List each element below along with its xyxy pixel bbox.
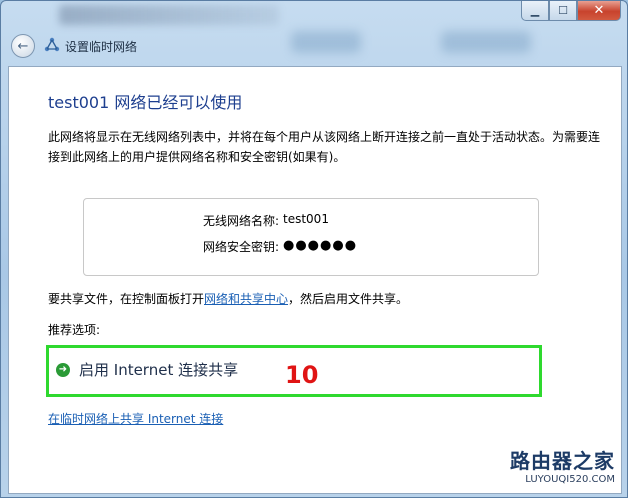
share-internet-link[interactable]: 在临时网络上共享 Internet 连接 bbox=[48, 410, 223, 427]
step-annotation: 10 bbox=[285, 361, 319, 389]
watermark-url: LUYOUQI520.COM bbox=[525, 474, 615, 485]
security-key-label: 网络安全密钥: bbox=[202, 240, 279, 254]
file-sharing-instructions: 要共享文件，在控制面板打开网络和共享中心，然后启用文件共享。 bbox=[48, 290, 408, 307]
recommended-options-label: 推荐选项: bbox=[48, 323, 101, 337]
network-name-label: 无线网络名称: bbox=[202, 214, 279, 228]
network-sharing-center-link[interactable]: 网络和共享中心 bbox=[204, 292, 288, 306]
blurred-background bbox=[441, 31, 531, 53]
close-icon: ✕ bbox=[593, 3, 605, 18]
share-prefix: 要共享文件，在控制面板打开 bbox=[48, 292, 205, 306]
blurred-background bbox=[291, 31, 361, 53]
security-key-row: 网络安全密钥: ●●●●●● bbox=[84, 238, 538, 258]
network-icon bbox=[43, 37, 61, 53]
enable-ics-option[interactable]: ➜ 启用 Internet 连接共享 bbox=[56, 359, 238, 380]
page-heading: test001 网络已经可以使用 bbox=[48, 93, 243, 112]
network-name-value: test001 bbox=[283, 212, 329, 226]
maximize-icon: ☐ bbox=[558, 4, 568, 17]
watermark-logo: 路由器之家 LUYOUQI520.COM bbox=[510, 445, 615, 485]
caption-buttons: ▁ ☐ ✕ bbox=[521, 1, 621, 21]
green-arrow-icon: ➜ bbox=[56, 362, 70, 377]
page-description: 此网络将显示在无线网络列表中，并将在每个用户从该网络上断开连接之前一直处于活动状… bbox=[48, 130, 601, 164]
share-suffix: ，然后启用文件共享。 bbox=[288, 292, 409, 306]
enable-ics-label: 启用 Internet 连接共享 bbox=[79, 361, 239, 379]
blurred-window-title bbox=[59, 5, 279, 25]
minimize-icon: ▁ bbox=[530, 4, 540, 17]
wizard-window: ▁ ☐ ✕ ← 设置临时网络 test001 网络已经可以使用 此网络将显示在无… bbox=[0, 0, 628, 498]
wizard-content: test001 网络已经可以使用 此网络将显示在无线网络列表中，并将在每个用户从… bbox=[8, 66, 622, 494]
watermark-text: 路由器之家 bbox=[510, 449, 615, 473]
maximize-button[interactable]: ☐ bbox=[549, 1, 577, 21]
minimize-button[interactable]: ▁ bbox=[521, 1, 549, 21]
back-arrow-icon: ← bbox=[17, 38, 29, 54]
network-name-row: 无线网络名称: test001 bbox=[84, 212, 538, 232]
close-button[interactable]: ✕ bbox=[577, 1, 621, 21]
wizard-title: 设置临时网络 bbox=[65, 40, 138, 54]
back-button[interactable]: ← bbox=[11, 34, 35, 58]
security-key-value: ●●●●●● bbox=[283, 238, 358, 253]
network-info-box: 无线网络名称: test001 网络安全密钥: ●●●●●● bbox=[83, 198, 539, 276]
